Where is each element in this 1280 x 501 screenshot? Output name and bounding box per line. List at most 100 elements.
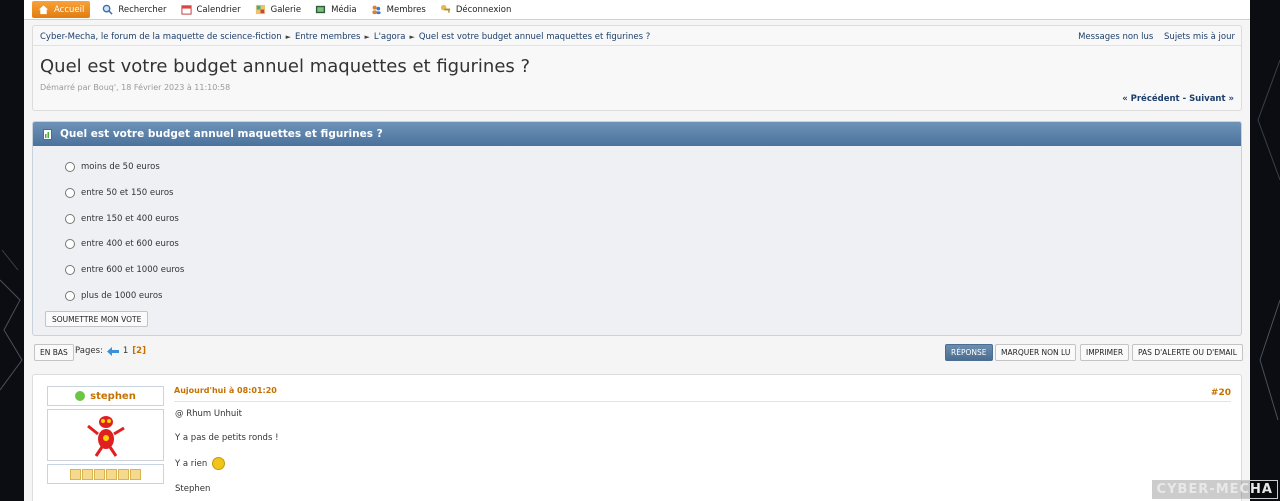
breadcrumb-board[interactable]: L'agora bbox=[374, 32, 406, 42]
site-watermark: CYBER-MECHA bbox=[1151, 480, 1278, 499]
top-menu: Accueil Rechercher Calendrier Galerie Mé… bbox=[24, 0, 1250, 20]
post-body: @ Rhum Unhuit Y a pas de petits ronds ! … bbox=[175, 409, 278, 501]
page-title: Quel est votre budget annuel maquettes e… bbox=[40, 56, 531, 77]
menu-label: Accueil bbox=[54, 4, 85, 15]
menu-deconnexion[interactable]: Déconnexion bbox=[436, 1, 521, 18]
header-links: Messages non lus Sujets mis à jour bbox=[1070, 32, 1235, 42]
breadcrumb-separator: ► bbox=[409, 33, 415, 41]
poll-option[interactable]: entre 50 et 150 euros bbox=[65, 188, 173, 198]
post-line: @ Rhum Unhuit bbox=[175, 409, 242, 419]
star-icon bbox=[106, 468, 117, 480]
menu-label: Calendrier bbox=[196, 4, 241, 15]
divider bbox=[174, 401, 1231, 402]
menu-calendrier[interactable]: Calendrier bbox=[177, 1, 251, 18]
menu-label: Rechercher bbox=[118, 4, 167, 15]
previous-topic-link[interactable]: « Précédent bbox=[1122, 94, 1179, 104]
author-name-box: stephen bbox=[47, 386, 164, 406]
breadcrumb-forum[interactable]: Cyber-Mecha, le forum de la maquette de … bbox=[40, 32, 282, 42]
menu-accueil[interactable]: Accueil bbox=[32, 1, 91, 18]
poll-option-label: entre 600 et 1000 euros bbox=[81, 265, 185, 275]
radio-button[interactable] bbox=[65, 188, 75, 198]
pages-label: Pages: bbox=[75, 346, 103, 356]
poll-option-label: entre 50 et 150 euros bbox=[81, 188, 174, 198]
post-author: stephen bbox=[47, 386, 164, 487]
poll-option-label: moins de 50 euros bbox=[81, 162, 160, 172]
poll-option-label: entre 400 et 600 euros bbox=[81, 239, 179, 249]
post-date[interactable]: Aujourd'hui à 08:01:20 bbox=[174, 386, 277, 395]
star-icon bbox=[118, 468, 129, 480]
background-left bbox=[0, 0, 24, 501]
topic-started: Démarré par Bouq', 18 Février 2023 à 11:… bbox=[40, 83, 231, 92]
mark-unread-button[interactable]: MARQUER NON LU bbox=[995, 344, 1077, 361]
nav-separator: - bbox=[1182, 94, 1187, 104]
post-line: Y a pas de petits ronds ! bbox=[175, 433, 279, 443]
post-number[interactable]: #20 bbox=[1211, 388, 1231, 398]
poll-title: Quel est votre budget annuel maquettes e… bbox=[60, 128, 383, 140]
rank-stars bbox=[47, 464, 164, 484]
current-page: [2] bbox=[132, 346, 146, 356]
no-alert-button[interactable]: PAS D'ALERTE OU D'EMAIL bbox=[1132, 344, 1243, 361]
avatar-image bbox=[86, 416, 125, 457]
author-name[interactable]: stephen bbox=[90, 391, 136, 402]
poll-header: Quel est votre budget annuel maquettes e… bbox=[33, 122, 1241, 146]
star-icon bbox=[94, 468, 105, 480]
arrow-left-icon[interactable] bbox=[106, 346, 119, 356]
star-icon bbox=[130, 468, 141, 480]
pagination: Pages: 1 [2] bbox=[75, 346, 146, 356]
reply-button[interactable]: RÉPONSE bbox=[945, 344, 993, 361]
menu-membres[interactable]: Membres bbox=[367, 1, 436, 18]
divider bbox=[33, 45, 1241, 46]
poll-option-label: entre 150 et 400 euros bbox=[81, 214, 179, 224]
menu-galerie[interactable]: Galerie bbox=[251, 1, 311, 18]
poll-option[interactable]: entre 600 et 1000 euros bbox=[65, 265, 184, 275]
go-bottom-button[interactable]: EN BAS bbox=[34, 344, 74, 361]
post-line: Y a rien bbox=[175, 458, 208, 469]
radio-button[interactable] bbox=[65, 162, 75, 172]
breadcrumb-topic[interactable]: Quel est votre budget annuel maquettes e… bbox=[419, 32, 650, 42]
star-icon bbox=[82, 468, 93, 480]
forum-page: Accueil Rechercher Calendrier Galerie Mé… bbox=[24, 0, 1250, 501]
logout-icon bbox=[440, 4, 450, 13]
radio-button[interactable] bbox=[65, 265, 75, 275]
radio-button[interactable] bbox=[65, 239, 75, 249]
updated-topics-link[interactable]: Sujets mis à jour bbox=[1164, 32, 1235, 42]
poll-option[interactable]: entre 400 et 600 euros bbox=[65, 239, 179, 249]
star-icon bbox=[70, 468, 81, 480]
members-icon bbox=[372, 5, 381, 15]
breadcrumb: Cyber-Mecha, le forum de la maquette de … bbox=[40, 32, 650, 42]
calendar-icon bbox=[180, 5, 192, 15]
poll-option[interactable]: moins de 50 euros bbox=[65, 162, 160, 172]
next-topic-link[interactable]: Suivant » bbox=[1189, 94, 1234, 104]
home-icon bbox=[38, 5, 49, 15]
print-button[interactable]: IMPRIMER bbox=[1080, 344, 1130, 361]
media-icon bbox=[316, 5, 326, 14]
poll-option-label: plus de 1000 euros bbox=[81, 291, 163, 301]
radio-button[interactable] bbox=[65, 214, 75, 224]
breadcrumb-separator: ► bbox=[285, 33, 291, 41]
menu-label: Média bbox=[331, 4, 357, 15]
gallery-icon bbox=[255, 4, 265, 15]
post-line: Stephen bbox=[175, 484, 211, 494]
submit-vote-button[interactable]: SOUMETTRE MON VOTE bbox=[45, 311, 149, 327]
breadcrumb-category[interactable]: Entre membres bbox=[295, 32, 360, 42]
search-icon bbox=[103, 4, 113, 15]
menu-label: Membres bbox=[386, 4, 426, 15]
page-link[interactable]: 1 bbox=[123, 346, 128, 356]
menu-rechercher[interactable]: Rechercher bbox=[98, 1, 176, 18]
topic-navigation: « Précédent - Suivant » bbox=[1122, 94, 1234, 104]
unread-messages-link[interactable]: Messages non lus bbox=[1078, 32, 1153, 42]
menu-label: Galerie bbox=[270, 4, 302, 15]
poll-option[interactable]: plus de 1000 euros bbox=[65, 291, 163, 301]
sad-smiley-icon bbox=[212, 457, 226, 470]
breadcrumb-separator: ► bbox=[364, 33, 370, 41]
menu-media[interactable]: Média bbox=[311, 1, 367, 18]
poll-option[interactable]: entre 150 et 400 euros bbox=[65, 214, 179, 224]
poll-icon bbox=[43, 128, 52, 140]
menu-label: Déconnexion bbox=[455, 4, 512, 15]
poll-box: Quel est votre budget annuel maquettes e… bbox=[32, 121, 1242, 336]
post: stephen Aujourd'hui à 08:01:20 #20 @ Rhu… bbox=[32, 374, 1242, 501]
avatar[interactable] bbox=[47, 409, 164, 461]
radio-button[interactable] bbox=[65, 291, 75, 301]
topic-header: Cyber-Mecha, le forum de la maquette de … bbox=[32, 25, 1242, 111]
online-status-icon bbox=[75, 391, 86, 401]
